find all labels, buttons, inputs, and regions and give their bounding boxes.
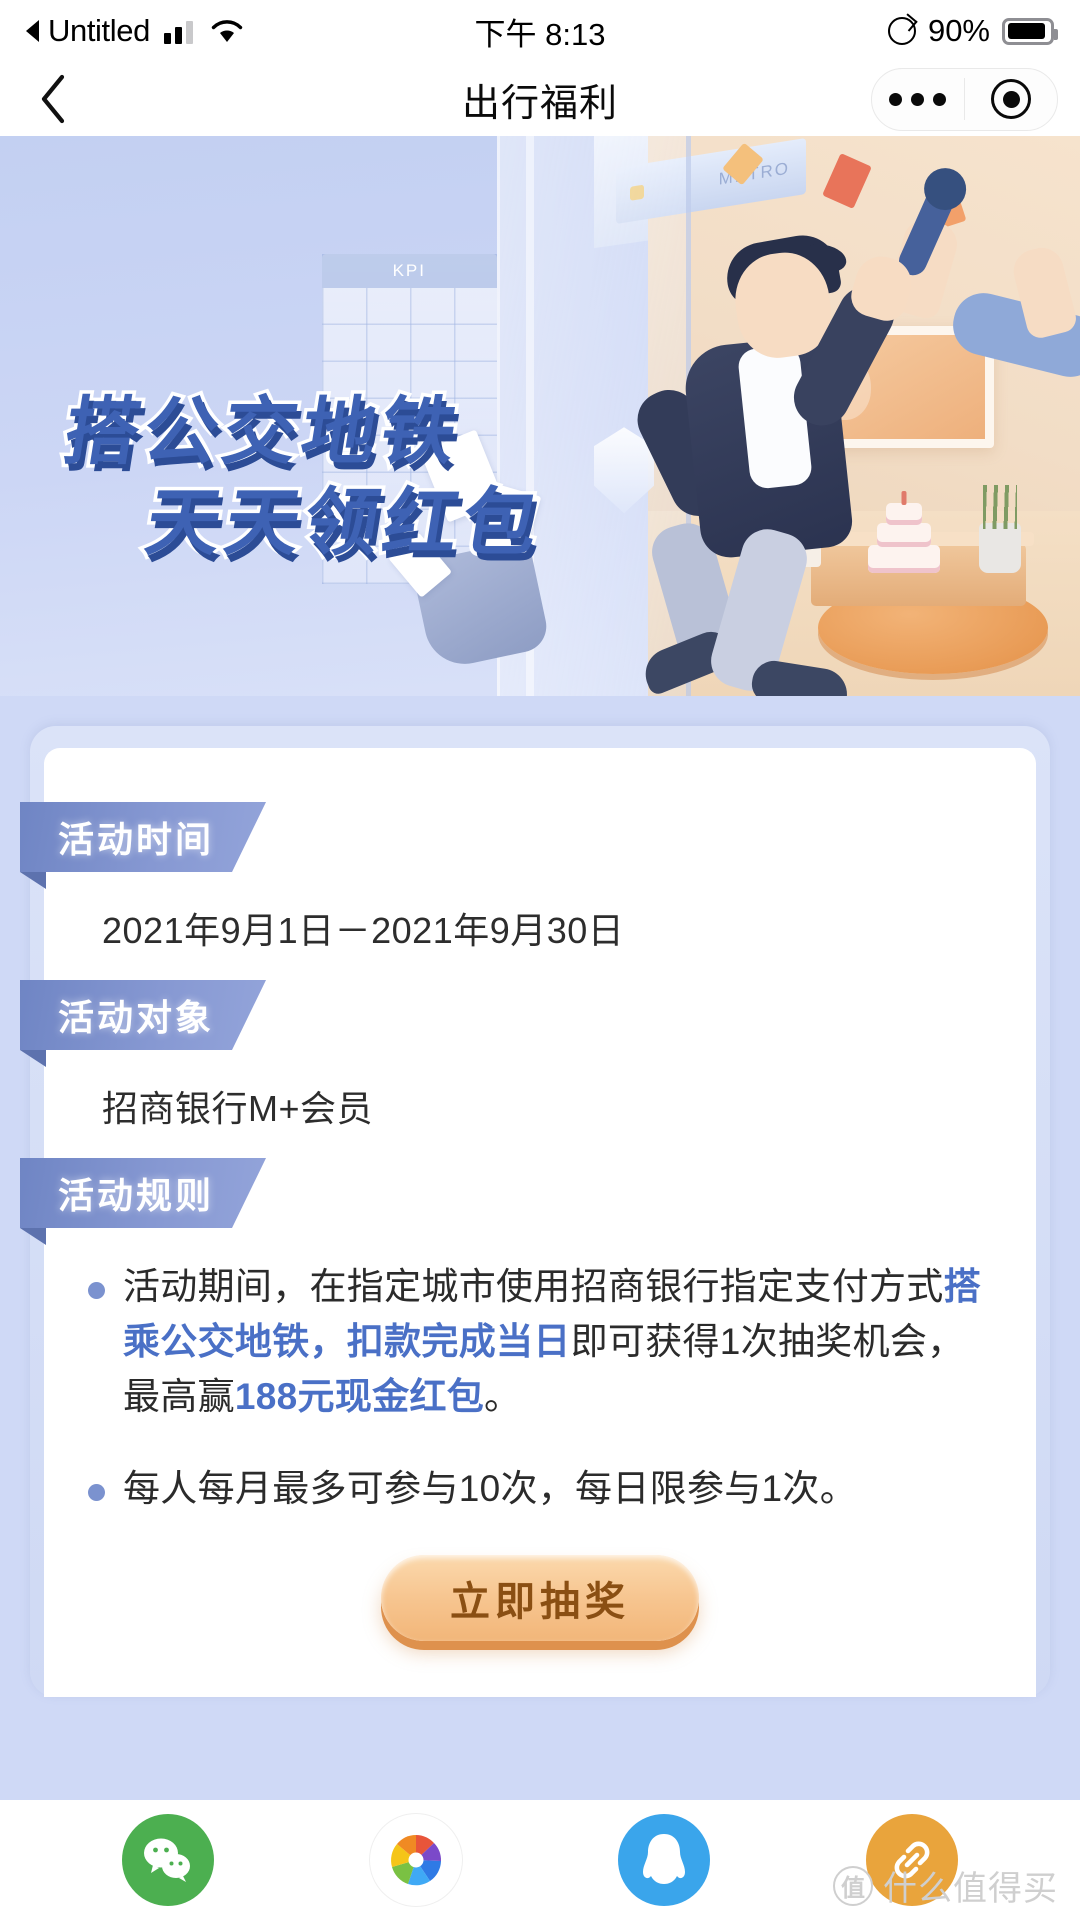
wechat-moments-icon (370, 1814, 462, 1906)
more-dots-icon[interactable] (872, 92, 964, 106)
vase-decoration (978, 522, 1021, 573)
rule-plain: 每人每月最多可参与10次，每日限参与1次。 (123, 1468, 858, 1510)
running-businessman-illustration (628, 229, 948, 696)
activity-audience-value: 招商银行M+会员 (102, 1088, 374, 1129)
nav-bar: 出行福利 (0, 62, 1080, 136)
ribbon-tail-decoration (20, 1050, 46, 1067)
rules-list: 活动期间，在指定城市使用招商银行指定支付方式搭乘公交地铁，扣款完成当日即可获得1… (44, 1236, 1036, 1517)
status-bar-right: 90% (887, 13, 1058, 49)
rule-item: 每人每月最多可参与10次，每日限参与1次。 (88, 1462, 992, 1517)
carrier-label: Untitled (48, 13, 150, 48)
link-icon (866, 1814, 958, 1906)
back-triangle-icon[interactable] (26, 20, 39, 42)
share-qq-button[interactable] (540, 1814, 788, 1906)
kpi-board-label: KPI (321, 253, 497, 288)
clock-label: 下午 8:13 (474, 16, 606, 52)
wifi-icon (210, 18, 244, 44)
ribbon-tail-decoration (20, 1228, 46, 1245)
bullet-dot-icon (88, 1282, 105, 1299)
activity-time-value: 2021年9月1日－2021年9月30日 (102, 910, 625, 951)
ribbon-tail-decoration (20, 872, 46, 889)
hero-headline-line-1: 搭公交地铁 (55, 387, 470, 477)
hero-headline: 搭公交地铁 天天领红包 (44, 387, 563, 568)
hero-headline-line-2: 天天领红包 (137, 477, 552, 567)
battery-icon (1002, 17, 1058, 45)
rule-plain: 。 (484, 1375, 522, 1417)
back-button[interactable] (22, 68, 84, 130)
section-audience-header: 活动对象 (20, 980, 1036, 1067)
qq-icon (618, 1814, 710, 1906)
section-rules-header: 活动规则 (20, 1158, 1036, 1245)
share-copy-link-button[interactable] (788, 1814, 1036, 1906)
signal-bars-icon (163, 18, 193, 44)
share-moments-button[interactable] (292, 1814, 540, 1906)
section-label-rules: 活动规则 (20, 1158, 266, 1228)
target-circle-icon[interactable] (965, 79, 1057, 119)
rule-text: 每人每月最多可参与10次，每日限参与1次。 (123, 1462, 857, 1517)
page-scroll-area[interactable]: KPI METRO 搭公交地铁 天天领红包 活动时间 2021年9月1日－202… (0, 136, 1080, 1800)
rule-text: 活动期间，在指定城市使用招商银行指定支付方式搭乘公交地铁，扣款完成当日即可获得1… (123, 1260, 992, 1424)
cta-area: 立即抽奖 (44, 1555, 1036, 1641)
battery-percent-label: 90% (927, 13, 990, 48)
rule-item: 活动期间，在指定城市使用招商银行指定支付方式搭乘公交地铁，扣款完成当日即可获得1… (88, 1260, 992, 1424)
status-bar: Untitled 下午 8:13 90% (0, 0, 1080, 62)
hero-banner: KPI METRO 搭公交地铁 天天领红包 (0, 136, 1080, 696)
section-label-time: 活动时间 (20, 802, 266, 872)
section-time-header: 活动时间 (20, 802, 1036, 889)
draw-now-button[interactable]: 立即抽奖 (381, 1555, 699, 1641)
rule-highlight: 188元现金红包 (234, 1375, 485, 1417)
section-label-audience: 活动对象 (20, 980, 266, 1050)
status-bar-left: Untitled (26, 13, 244, 49)
rotation-lock-icon (887, 17, 916, 45)
share-bar: 值 什么值得买 (0, 1800, 1080, 1920)
wechat-icon (122, 1814, 214, 1906)
share-wechat-button[interactable] (44, 1814, 292, 1906)
bullet-dot-icon (88, 1484, 105, 1502)
content-card: 活动时间 2021年9月1日－2021年9月30日 活动对象 招商银行M+会员 … (20, 748, 1036, 1697)
rule-plain: 活动期间，在指定城市使用招商银行指定支付方式 (123, 1266, 944, 1307)
content-card-frame: 活动时间 2021年9月1日－2021年9月30日 活动对象 招商银行M+会员 … (20, 726, 1050, 1697)
wechat-capsule (871, 67, 1058, 131)
